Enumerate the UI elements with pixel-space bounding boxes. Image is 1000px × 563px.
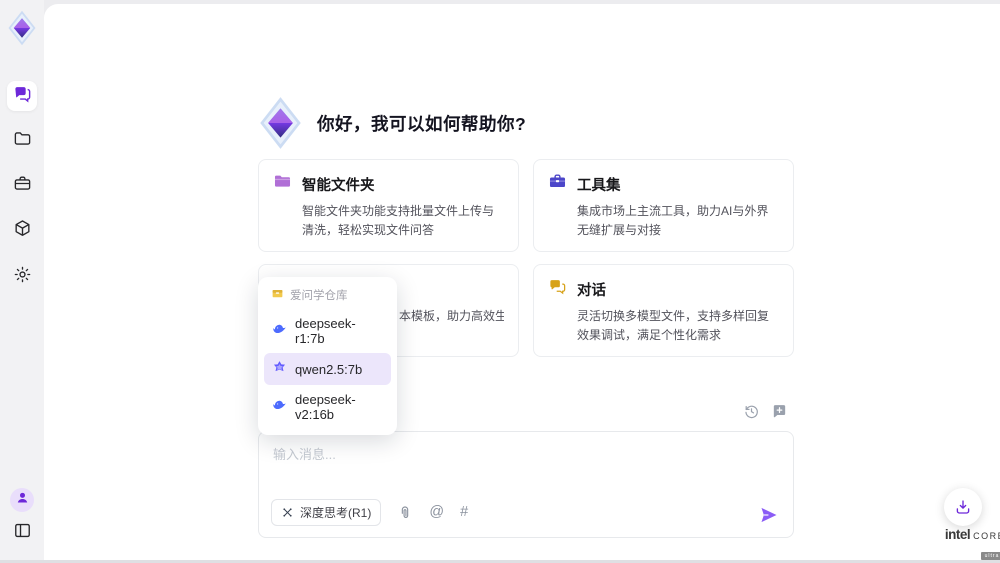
toolset-icon — [548, 172, 567, 196]
gear-icon — [13, 265, 32, 289]
card-desc: 本模板，助力高效生成多 — [399, 307, 504, 326]
composer: 深度思考(R1) @ # — [258, 431, 794, 538]
model-option-label: qwen2.5:7b — [295, 362, 362, 377]
user-avatar[interactable] — [10, 488, 34, 512]
send-button[interactable] — [759, 505, 779, 525]
model-repo-group: 爱问学仓库 — [264, 283, 391, 309]
deep-think-label: 深度思考(R1) — [300, 504, 371, 521]
model-option-deepseek-r1[interactable]: deepseek-r1:7b — [264, 309, 391, 353]
panel-toggle-icon — [13, 521, 32, 545]
app-logo-icon — [7, 10, 37, 46]
repo-label: 爱问学仓库 — [290, 287, 348, 303]
app-window: { "greeting": { "title": "你好，我可以如何帮助你?" … — [0, 0, 1000, 563]
card-title: 对话 — [577, 279, 606, 300]
history-icon — [743, 403, 760, 420]
sidebar-collapse-button[interactable] — [7, 518, 37, 548]
deepseek-icon — [272, 322, 287, 340]
download-icon — [954, 498, 972, 516]
model-option-qwen[interactable]: qwen2.5:7b — [264, 353, 391, 385]
new-chat-button[interactable] — [771, 403, 788, 420]
mention-button[interactable]: @ — [429, 505, 444, 520]
dialog-icon — [548, 277, 567, 301]
user-icon — [15, 490, 30, 510]
card-desc: 灵活切换多模型文件，支持多样回复效果调试，满足个性化需求 — [577, 307, 779, 344]
paperclip-icon — [397, 505, 413, 521]
model-option-label: deepseek-v2:16b — [295, 392, 383, 422]
composer-tools: 深度思考(R1) @ # — [271, 499, 468, 526]
sidebar-item-settings[interactable] — [7, 262, 37, 292]
sidebar-item-chat[interactable] — [7, 81, 37, 111]
greeting-title: 你好，我可以如何帮助你? — [317, 111, 526, 136]
deepseek-icon — [272, 398, 287, 416]
card-desc: 集成市场上主流工具，助力AI与外界无缝扩展与对接 — [577, 202, 779, 239]
deep-think-toggle[interactable]: 深度思考(R1) — [271, 499, 381, 526]
card-title: 智能文件夹 — [302, 174, 375, 195]
history-button[interactable] — [743, 403, 760, 420]
cube-icon — [13, 219, 32, 243]
tag-button[interactable]: # — [460, 505, 468, 520]
brand-diamond-icon — [258, 96, 303, 150]
folder-icon — [13, 129, 32, 153]
card-toolset[interactable]: 工具集 集成市场上主流工具，助力AI与外界无缝扩展与对接 — [533, 159, 794, 252]
sidebar-item-toolbox[interactable] — [7, 171, 37, 201]
card-title: 工具集 — [577, 174, 621, 195]
attach-file-button[interactable] — [397, 505, 413, 521]
main-content: 你好，我可以如何帮助你? 智能文件夹 智能文件夹功能支持批量文件上传与清洗，轻松… — [44, 4, 1000, 560]
sidebar-item-models[interactable] — [7, 216, 37, 246]
model-option-deepseek-v2[interactable]: deepseek-v2:16b — [264, 385, 391, 429]
deep-think-icon — [281, 506, 294, 519]
message-input[interactable] — [263, 436, 783, 488]
briefcase-icon — [13, 174, 32, 198]
smart-folder-icon — [273, 172, 292, 196]
send-icon — [759, 505, 779, 525]
sidebar — [0, 0, 44, 560]
sidebar-item-folders[interactable] — [7, 126, 37, 156]
card-dialog[interactable]: 对话 灵活切换多模型文件，支持多样回复效果调试，满足个性化需求 — [533, 264, 794, 357]
new-chat-icon — [771, 403, 788, 420]
intel-core-logo: intelcore ultra — [930, 526, 1000, 562]
welcome-header: 你好，我可以如何帮助你? — [258, 96, 526, 150]
core-wordmark: core — [973, 528, 1000, 542]
repo-icon — [271, 287, 284, 303]
ultra-badge: ultra — [981, 552, 1000, 560]
model-option-label: deepseek-r1:7b — [295, 316, 383, 346]
qwen-icon — [272, 360, 287, 378]
card-smart-folder[interactable]: 智能文件夹 智能文件夹功能支持批量文件上传与清洗，轻松实现文件问答 — [258, 159, 519, 252]
model-dropdown: 爱问学仓库 deepseek-r1:7b qwen2.5:7b deepseek… — [258, 277, 397, 435]
chat-icon — [13, 84, 32, 108]
download-fab[interactable] — [944, 488, 982, 526]
card-desc: 智能文件夹功能支持批量文件上传与清洗，轻松实现文件问答 — [302, 202, 504, 239]
intel-wordmark: intel — [945, 527, 970, 542]
